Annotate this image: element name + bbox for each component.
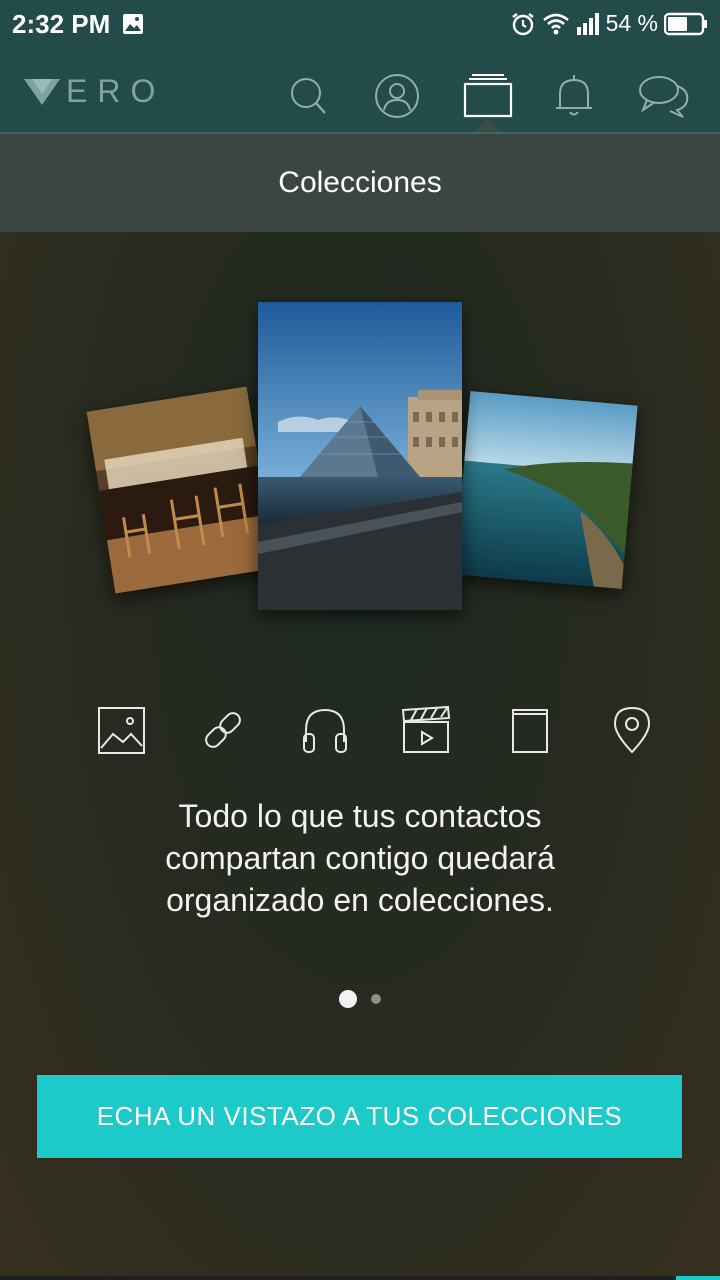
alarm-icon <box>511 12 534 35</box>
status-time: 2:32 PM <box>12 9 111 39</box>
view-collections-button[interactable]: ECHA UN VISTAZO A TUS COLECCIONES <box>37 1075 682 1158</box>
bottom-divider <box>0 1276 720 1280</box>
vero-logo[interactable]: ERO <box>24 73 165 110</box>
chat-icon[interactable] <box>637 72 691 120</box>
signal-icon <box>576 12 599 35</box>
description-line-1: Todo lo que tus contactos <box>178 798 542 834</box>
page-indicator <box>0 990 720 1008</box>
description-line-2: compartan contigo quedará <box>165 840 555 876</box>
movie-icon <box>401 705 451 753</box>
photo-icon <box>98 707 145 754</box>
app-header: ERO <box>0 50 720 134</box>
bottom-accent <box>676 1276 720 1280</box>
logo-text: ERO <box>66 73 166 109</box>
notifications-icon[interactable] <box>550 72 598 120</box>
book-icon <box>512 709 548 753</box>
page-dot-active[interactable] <box>339 990 357 1008</box>
profile-icon[interactable] <box>373 72 421 120</box>
battery-percentage: 54 % <box>605 10 658 36</box>
status-bar: 2:32 PM 54 % <box>0 0 720 50</box>
vero-logo-mark <box>24 78 60 105</box>
coast-photo <box>454 391 638 589</box>
music-icon <box>303 708 347 753</box>
place-icon <box>613 706 651 754</box>
wifi-icon <box>542 13 569 34</box>
search-icon[interactable] <box>284 72 332 120</box>
page-dot[interactable] <box>371 994 381 1004</box>
restaurant-photo <box>86 386 276 594</box>
status-icons: 54 % <box>510 10 708 37</box>
page-title: Colecciones <box>278 166 442 199</box>
battery-icon <box>664 12 707 35</box>
section-bar: Colecciones <box>0 134 720 232</box>
gallery-icon <box>123 14 143 34</box>
description-line-3: organizado en colecciones. <box>166 882 554 918</box>
link-icon <box>205 712 241 748</box>
louvre-pyramid-photo <box>258 302 462 610</box>
description-text: Todo lo que tus contactos compartan cont… <box>60 795 660 921</box>
collections-icon[interactable] <box>463 72 513 120</box>
active-tab-indicator <box>474 118 500 132</box>
